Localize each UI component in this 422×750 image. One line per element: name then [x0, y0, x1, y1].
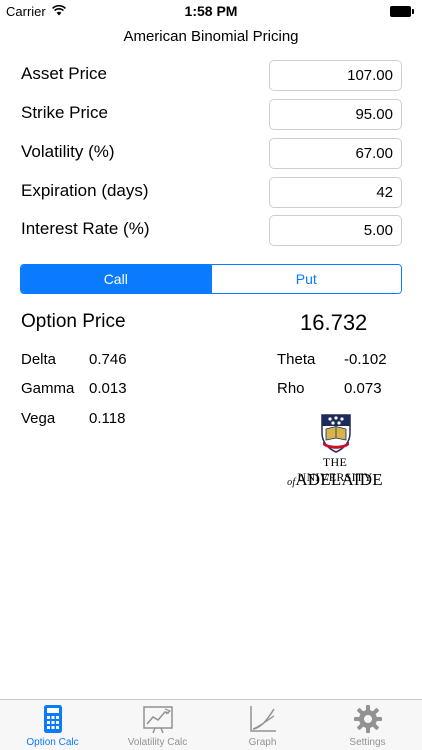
call-put-segmented-control: Call Put	[20, 264, 402, 294]
rho-label: Rho	[277, 380, 305, 397]
logo-line-2: ofADELAIDE	[286, 470, 384, 490]
option-price-value: 16.732	[300, 310, 368, 335]
volatility-field[interactable]	[269, 138, 402, 169]
expiration-field[interactable]	[269, 177, 402, 208]
university-crest-icon	[321, 414, 351, 453]
strike-price-field[interactable]	[269, 99, 402, 130]
theta-value: -0.102	[344, 351, 387, 368]
expiration-label: Expiration (days)	[21, 181, 149, 200]
logo-name: ADELAIDE	[295, 470, 383, 489]
vega-value: 0.118	[89, 410, 126, 427]
asset-price-label: Asset Price	[21, 64, 107, 83]
trend-chart-icon	[143, 706, 173, 734]
university-of-adelaide-logo: THE UNIVERSITY ofADELAIDE	[286, 413, 384, 491]
gamma-value: 0.013	[89, 380, 127, 397]
tab-option-calc[interactable]: Option Calc	[0, 700, 105, 750]
interest-rate-row: Interest Rate (%)	[0, 215, 422, 247]
rho-value: 0.073	[344, 380, 382, 397]
tab-option-calc-label: Option Calc	[26, 737, 79, 748]
call-segment[interactable]: Call	[21, 265, 211, 293]
tab-graph[interactable]: Graph	[210, 700, 315, 750]
strike-price-row: Strike Price	[0, 99, 422, 131]
expiration-row: Expiration (days)	[0, 177, 422, 209]
calculator-icon	[44, 705, 62, 733]
theta-label: Theta	[277, 351, 316, 368]
tab-graph-label: Graph	[248, 737, 277, 748]
volatility-label: Volatility (%)	[21, 142, 115, 161]
tab-settings-label: Settings	[349, 737, 386, 748]
option-price-label: Option Price	[21, 311, 126, 332]
clock: 1:58 PM	[184, 3, 238, 19]
graph-icon	[250, 706, 276, 732]
status-bar: Carrier 1:58 PM	[0, 0, 422, 22]
tab-settings[interactable]: Settings	[315, 700, 420, 750]
battery-icon	[390, 6, 414, 17]
tab-volatility-calc[interactable]: Volatility Calc	[105, 700, 210, 750]
asset-price-row: Asset Price	[0, 60, 422, 92]
page-title: American Binomial Pricing	[123, 28, 299, 45]
volatility-row: Volatility (%)	[0, 138, 422, 170]
delta-value: 0.746	[89, 351, 127, 368]
interest-rate-field[interactable]	[269, 215, 402, 246]
tab-volatility-calc-label: Volatility Calc	[127, 737, 188, 748]
tab-bar: Option Calc Volatility Calc Graph Settin…	[0, 699, 422, 750]
interest-rate-label: Interest Rate (%)	[21, 219, 150, 238]
vega-label: Vega	[21, 410, 56, 427]
asset-price-field[interactable]	[269, 60, 402, 91]
strike-price-label: Strike Price	[21, 103, 108, 122]
gear-icon	[354, 705, 382, 733]
put-segment[interactable]: Put	[210, 265, 401, 293]
gamma-label: Gamma	[21, 380, 75, 397]
delta-label: Delta	[21, 351, 57, 368]
